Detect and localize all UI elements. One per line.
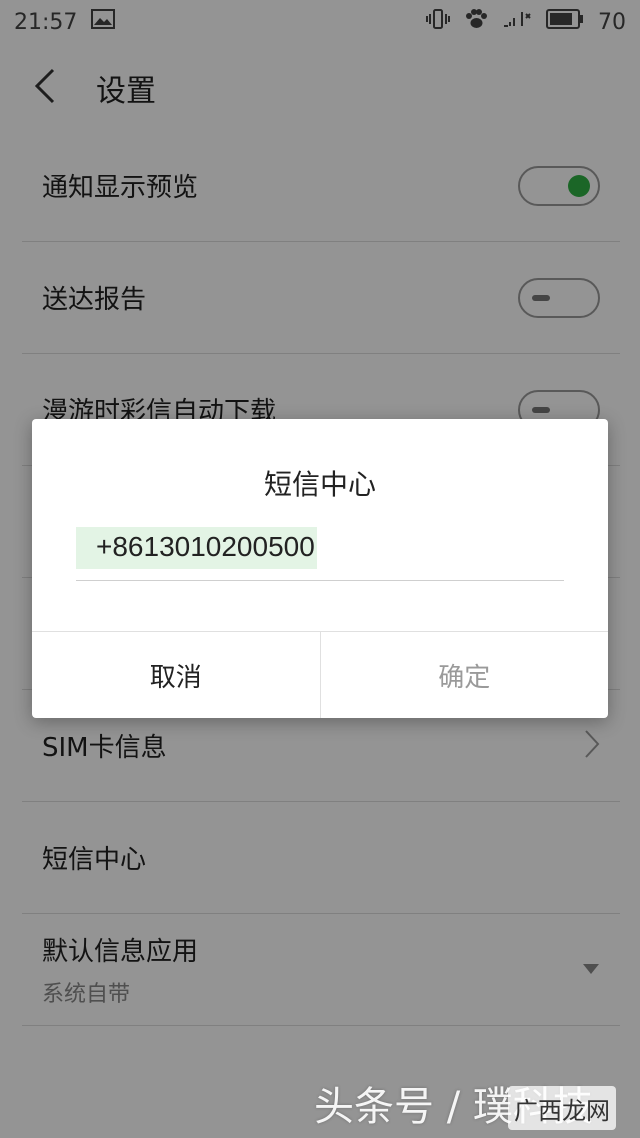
sms-center-number[interactable]: +8613010200500 <box>76 527 317 569</box>
sms-center-input[interactable]: +8613010200500 <box>76 523 564 581</box>
sms-center-dialog: 短信中心 +8613010200500 取消 确定 <box>32 419 608 718</box>
dialog-button-bar: 取消 确定 <box>32 631 608 718</box>
confirm-button[interactable]: 确定 <box>321 632 609 718</box>
cancel-button[interactable]: 取消 <box>32 632 321 718</box>
watermark-logo: 广西龙网 <box>508 1086 616 1130</box>
dialog-title: 短信中心 <box>263 468 376 501</box>
